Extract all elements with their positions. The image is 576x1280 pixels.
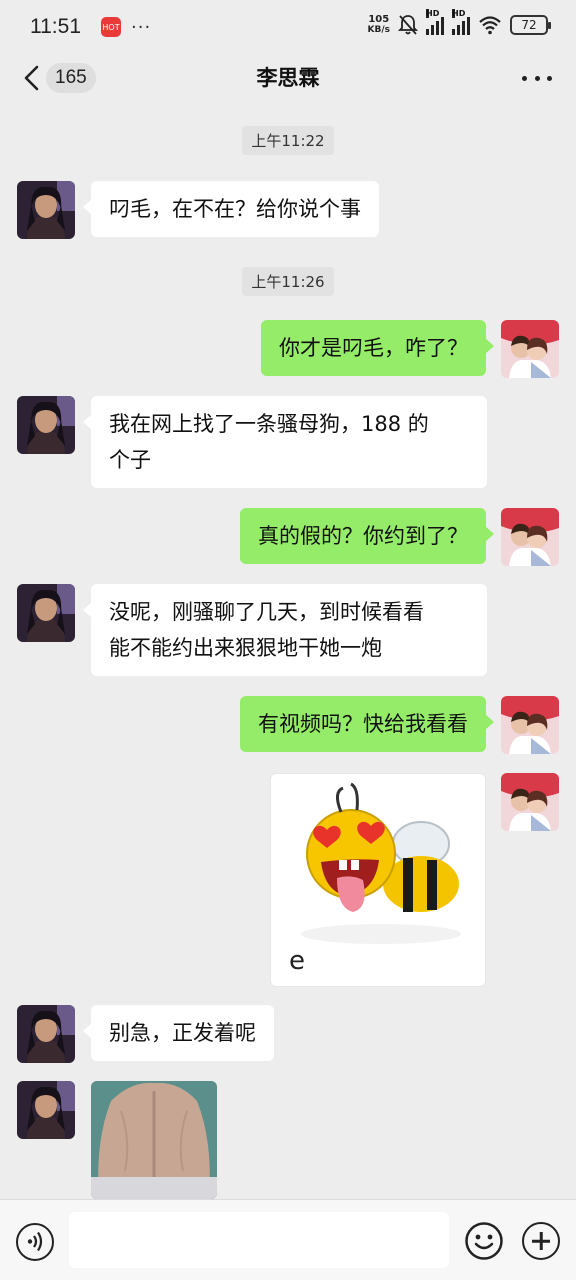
back-photo-thumbnail <box>91 1081 217 1199</box>
message-line: 没呢，刚骚聊了几天，到时候看看 <box>109 600 424 624</box>
message-bubble-outgoing[interactable]: 有视频吗？快给我看看 <box>240 696 494 752</box>
my-avatar[interactable] <box>501 508 559 566</box>
contact-avatar[interactable] <box>17 1081 75 1139</box>
app-notification-icon: HOT <box>101 17 121 37</box>
message-bubble-incoming[interactable]: 我在网上找了一条骚母狗，188 的 个子 <box>83 396 487 488</box>
contact-avatar[interactable] <box>17 396 75 454</box>
status-time: 11:51 <box>30 15 81 38</box>
wifi-icon <box>479 16 501 35</box>
contact-avatar[interactable] <box>17 584 75 642</box>
message-timestamp: 上午11:22 <box>0 126 576 155</box>
message-bubble-incoming[interactable]: 没呢，刚骚聊了几天，到时候看看 能不能约出来狠狠地干她一炮 <box>83 584 487 676</box>
contact-avatar[interactable] <box>17 181 75 239</box>
message-bubble-incoming[interactable]: 叼毛，在不在？给你说个事 <box>83 181 379 237</box>
message-bubble-incoming[interactable]: 别急，正发着呢 <box>83 1005 274 1061</box>
sticker-caption: e <box>289 946 307 976</box>
contact-avatar[interactable] <box>17 1005 75 1063</box>
battery-indicator: 72 <box>510 15 551 35</box>
status-bar: 11:51 HOT ··· 105 KB/s HD HD 72 <box>0 0 576 54</box>
message-input-bar <box>0 1199 576 1280</box>
image-message[interactable] <box>91 1081 217 1199</box>
voice-input-button[interactable] <box>16 1223 54 1261</box>
message-line: 个子 <box>109 448 151 472</box>
message-bubble-outgoing[interactable]: 你才是叼毛，咋了？ <box>261 320 494 376</box>
message-text-field[interactable] <box>69 1212 449 1268</box>
emoji-button[interactable] <box>465 1222 503 1260</box>
more-options-icon[interactable] <box>522 64 552 92</box>
more-functions-button[interactable] <box>522 1222 560 1260</box>
message-bubble-outgoing[interactable]: 真的假的？你约到了？ <box>240 508 494 564</box>
message-timestamp: 上午11:26 <box>0 267 576 296</box>
my-avatar[interactable] <box>501 696 559 754</box>
status-indicators: 105 KB/s HD HD 72 <box>367 9 551 36</box>
message-line: 我在网上找了一条骚母狗，188 的 <box>109 412 429 436</box>
more-notifications-icon: ··· <box>131 16 152 38</box>
network-speed: 105 KB/s <box>367 14 390 36</box>
message-line: 能不能约出来狠狠地干她一炮 <box>109 636 382 660</box>
mute-bell-icon <box>398 15 418 35</box>
signal-icon-1: HD <box>426 9 444 35</box>
my-avatar[interactable] <box>501 320 559 378</box>
voice-wave-icon <box>27 1231 43 1252</box>
my-avatar[interactable] <box>501 773 559 831</box>
sticker-message[interactable]: e <box>270 773 486 987</box>
chat-title: 李思霖 <box>256 66 320 90</box>
chat-header: 165 李思霖 <box>0 54 576 102</box>
signal-icon-2: HD <box>452 9 470 35</box>
